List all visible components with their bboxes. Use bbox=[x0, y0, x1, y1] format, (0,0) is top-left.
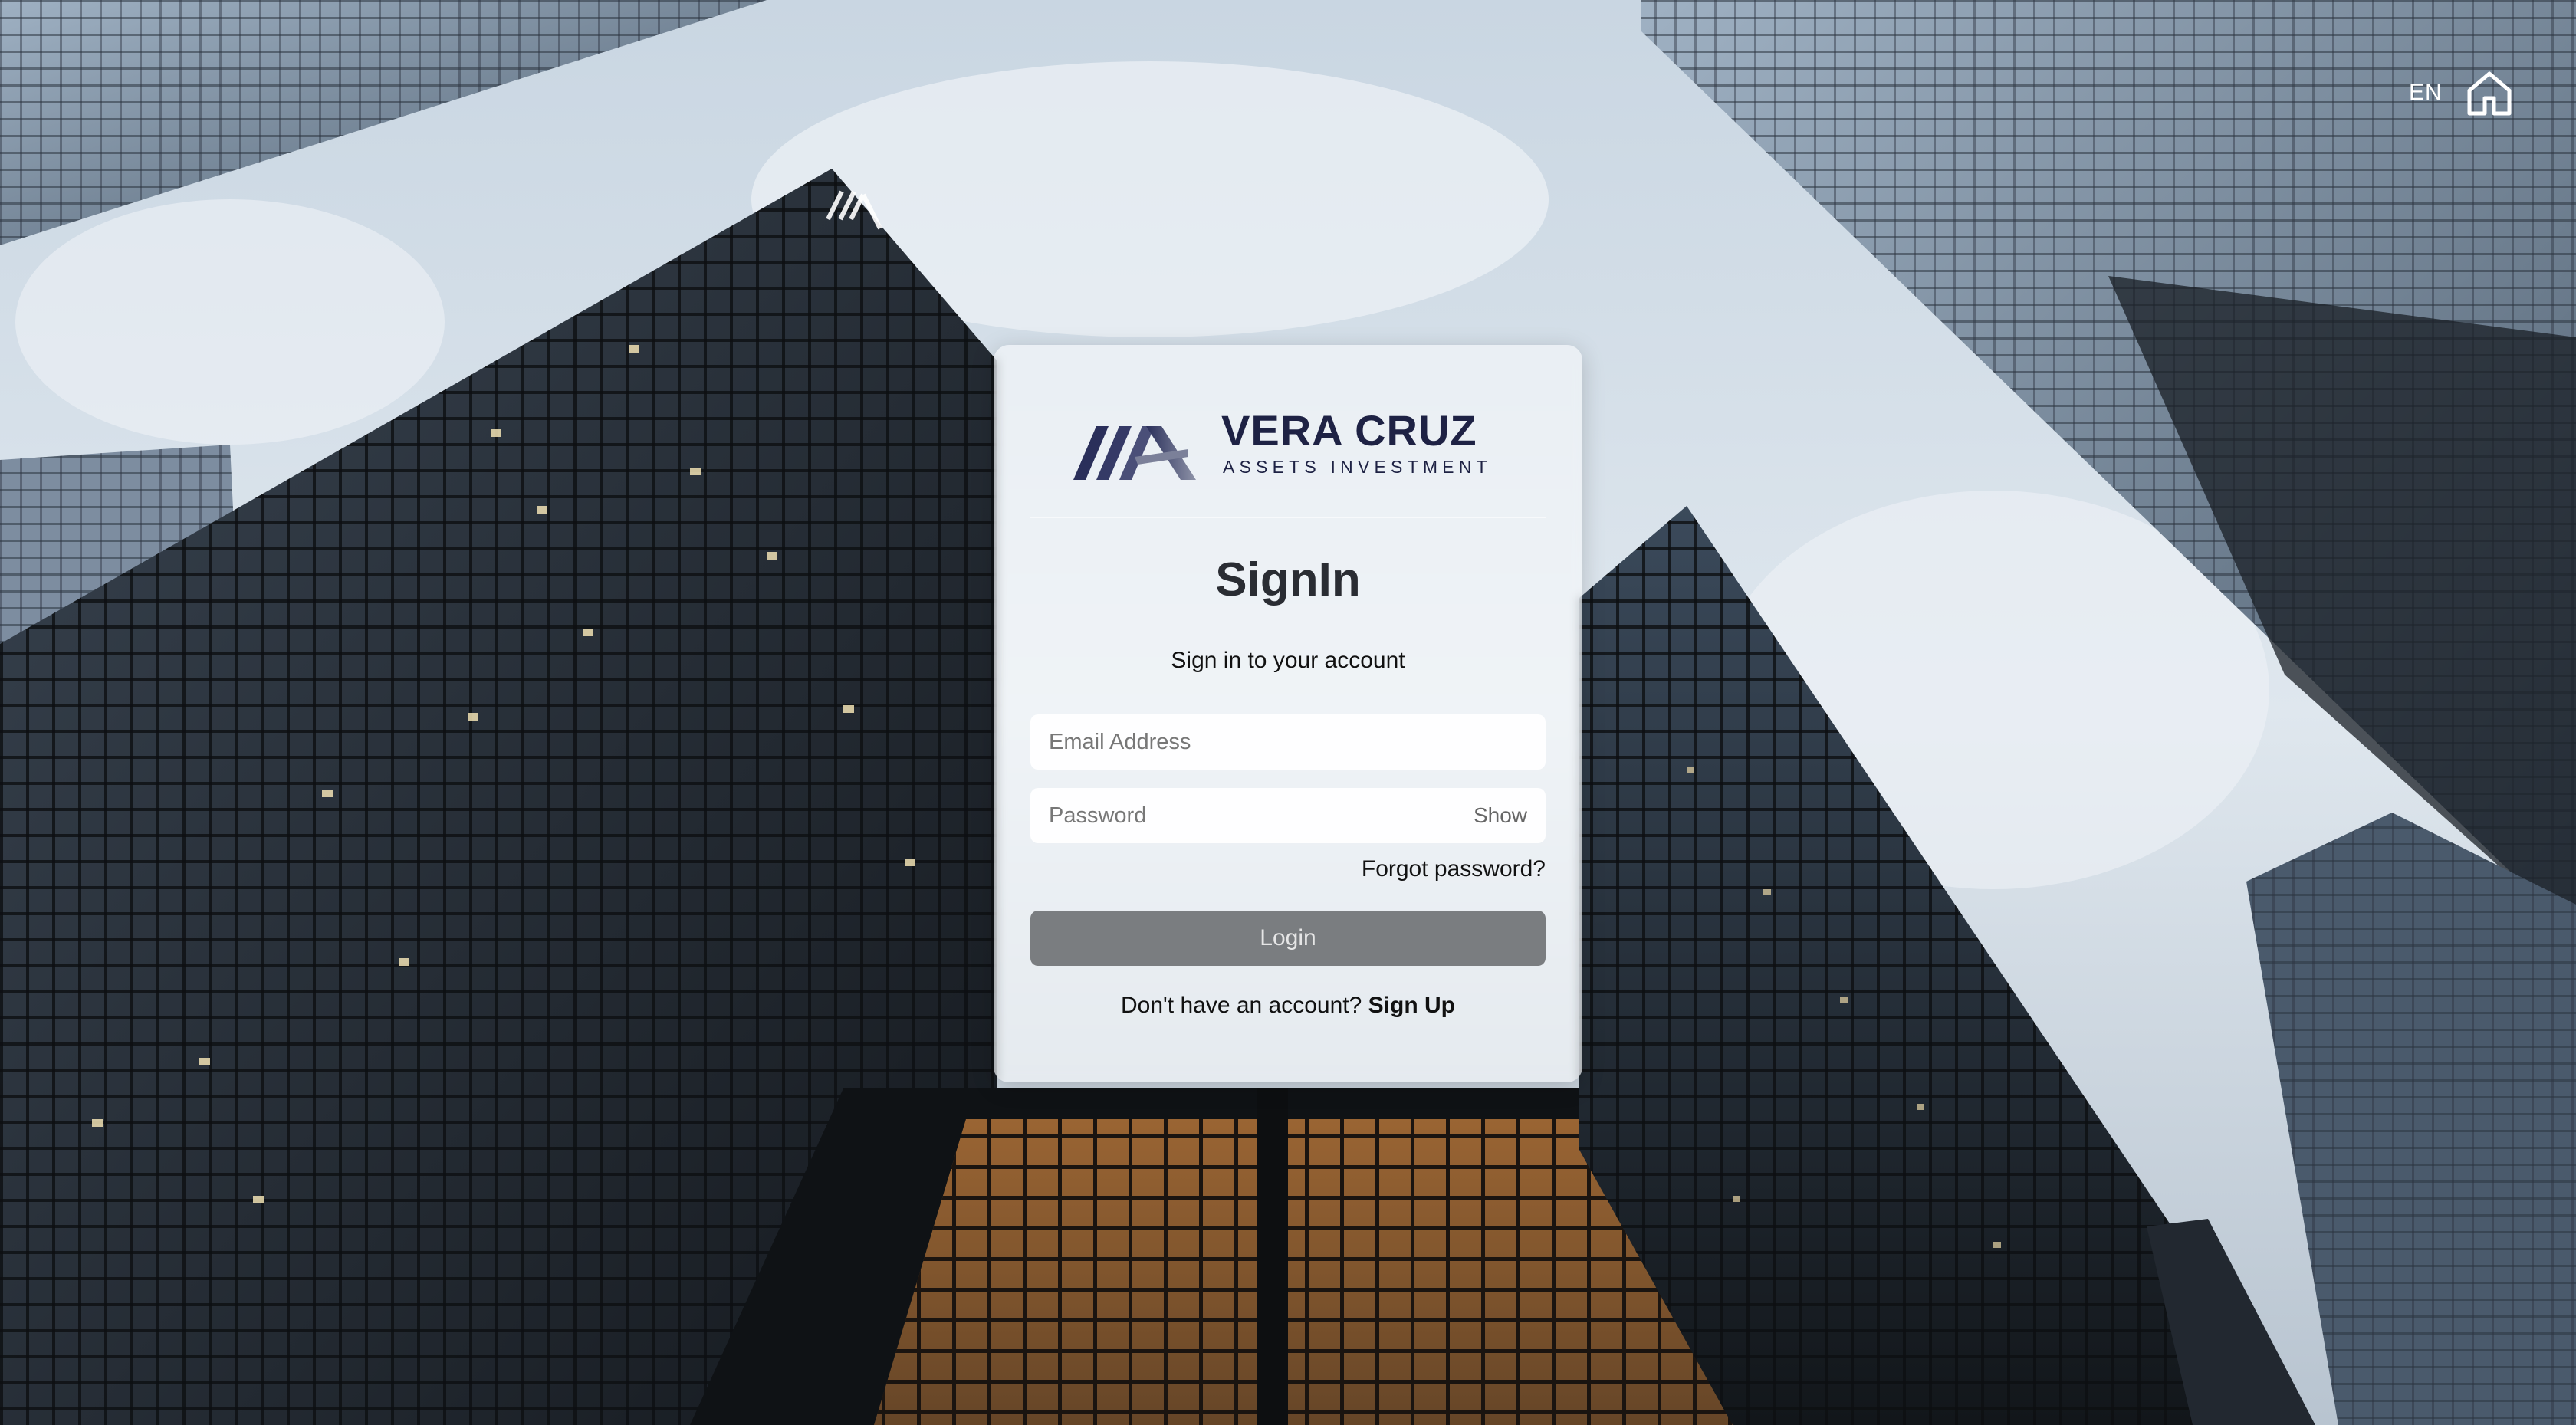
language-selector[interactable]: EN bbox=[2409, 80, 2443, 106]
email-input[interactable] bbox=[1030, 714, 1546, 770]
signup-prompt-line: Don't have an account? Sign Up bbox=[994, 993, 1582, 1019]
password-input[interactable] bbox=[1030, 788, 1546, 843]
home-icon bbox=[2467, 71, 2512, 116]
divider bbox=[1030, 517, 1546, 518]
home-button[interactable] bbox=[2463, 67, 2515, 120]
email-field bbox=[1030, 714, 1546, 770]
page-title: SignIn bbox=[1215, 553, 1361, 606]
signin-card: VERA CRUZ ASSETS INVESTMENT SignIn Sign … bbox=[994, 345, 1582, 1082]
page-subtitle: Sign in to your account bbox=[1171, 648, 1405, 673]
vera-cruz-logo-icon bbox=[1073, 426, 1196, 480]
signup-prompt: Don't have an account? bbox=[1121, 993, 1362, 1018]
login-button[interactable]: Login bbox=[1030, 911, 1546, 966]
forgot-password-link[interactable]: Forgot password? bbox=[1362, 856, 1546, 882]
signup-link[interactable]: Sign Up bbox=[1368, 993, 1455, 1018]
show-password-toggle[interactable]: Show bbox=[1474, 803, 1527, 828]
brand-name: VERA CRUZ bbox=[1221, 406, 1477, 455]
brand-tagline: ASSETS INVESTMENT bbox=[1223, 457, 1492, 477]
signin-page: EN VERA CRUZ ASSETS INVESTMENT SignIn Si… bbox=[0, 0, 2576, 1425]
password-field: Show bbox=[1030, 788, 1546, 843]
